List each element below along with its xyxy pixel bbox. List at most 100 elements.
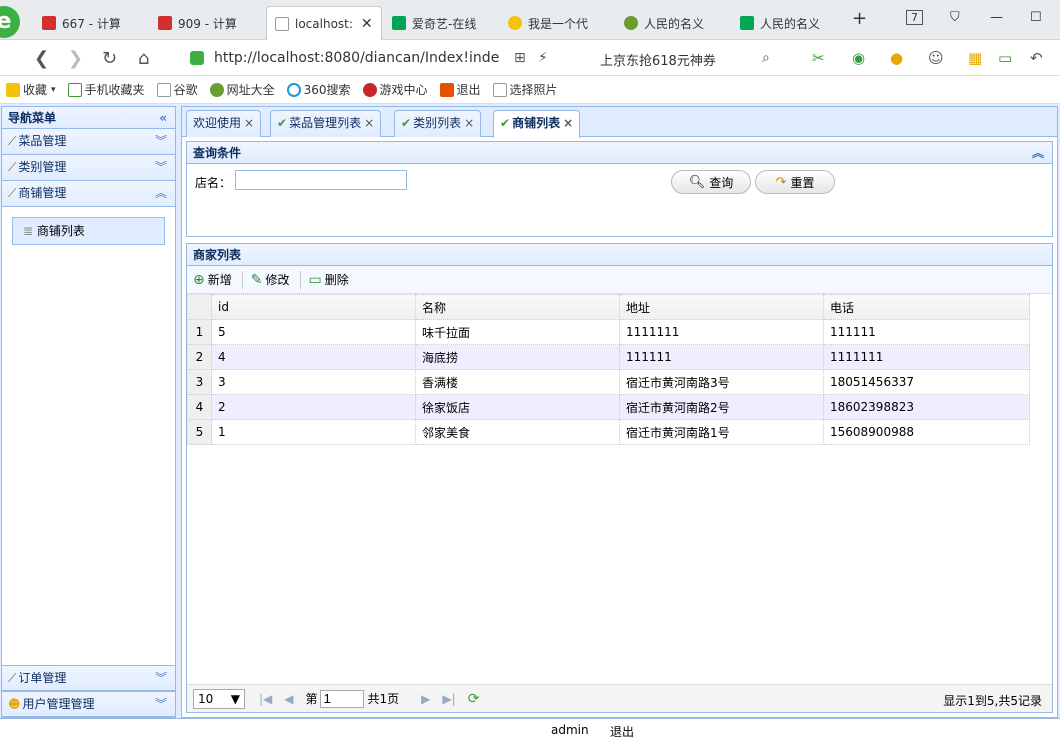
tab-label: 商铺列表 xyxy=(512,116,561,130)
reset-icon: ↷ xyxy=(775,174,787,190)
home-icon[interactable]: ⌂ xyxy=(138,48,149,69)
chevron-double-up-icon[interactable]: ︽ xyxy=(155,181,167,206)
chevron-double-down-icon[interactable]: ︾ xyxy=(155,155,167,180)
add-button[interactable]: ⊕ 新增 xyxy=(193,271,232,288)
maximize-icon[interactable]: ☐ xyxy=(1030,10,1042,25)
last-page-icon[interactable]: ▶| xyxy=(442,692,455,706)
query-panel-title: 查询条件 xyxy=(193,146,242,160)
row-number: 5 xyxy=(187,419,212,445)
bookmark-sites[interactable]: 网址大全 xyxy=(209,81,275,98)
column-header-address[interactable]: 地址 xyxy=(619,294,824,320)
sidebar-item-shops[interactable]: ⟋ 商铺管理 ︽ xyxy=(2,181,175,207)
cell-name: 海底捞 xyxy=(415,344,620,370)
game-icon[interactable]: ☺ xyxy=(928,49,944,67)
bookmark-label: 选择照片 xyxy=(509,83,558,97)
table-row[interactable]: 5 1 邻家美食 宿迁市黄河南路1号 15608900988 xyxy=(187,419,1030,445)
browser-tab-1[interactable]: 667 - 计算 xyxy=(34,6,146,40)
search-icon[interactable]: ⌕ xyxy=(762,50,770,66)
sidebar-item-label: 类别管理 xyxy=(18,160,67,174)
bookmark-mobile[interactable]: 手机收藏夹 xyxy=(67,81,145,98)
grid-icon[interactable]: ⊞ xyxy=(514,50,526,66)
sidebar-header: 导航菜单 « xyxy=(2,107,175,129)
prev-page-icon[interactable]: ◀ xyxy=(284,692,293,706)
tab-dish-list[interactable]: ✔ 菜品管理列表 × xyxy=(270,110,382,137)
page-icon xyxy=(275,16,289,31)
tab-welcome[interactable]: 欢迎使用 × xyxy=(186,110,262,137)
delete-icon: ▭ xyxy=(308,271,322,288)
delete-button[interactable]: ▭ 删除 xyxy=(309,271,349,288)
close-icon[interactable]: × xyxy=(364,116,374,130)
bookmark-label: 退出 xyxy=(456,83,481,97)
new-tab-button[interactable]: + xyxy=(852,8,867,29)
collapse-up-icon[interactable]: ︽ xyxy=(1032,142,1044,164)
undo-icon[interactable]: ↶ xyxy=(1030,49,1043,67)
column-header-phone[interactable]: 电话 xyxy=(823,294,1030,320)
page-number-input[interactable] xyxy=(319,689,364,708)
table-row[interactable]: 4 2 徐家饭店 宿迁市黄河南路2号 18602398823 xyxy=(187,394,1030,420)
coin-icon[interactable]: ● xyxy=(890,49,903,67)
tab-label: 欢迎使用 xyxy=(193,116,242,130)
collapse-left-icon[interactable]: « xyxy=(159,107,167,129)
first-page-icon[interactable]: |◀ xyxy=(259,692,272,706)
tab-shop-list[interactable]: ✔ 商铺列表 × xyxy=(493,110,581,138)
shirt-icon[interactable]: ⛉ xyxy=(950,10,960,25)
add-button-label: 新增 xyxy=(207,273,232,287)
promo-text[interactable]: 上京东抢618元神券 xyxy=(600,50,716,69)
page-size-select[interactable]: 10 ▼ xyxy=(193,688,245,709)
browser-tab-3[interactable]: localhost: ✕ xyxy=(266,6,382,40)
column-header-id[interactable]: id xyxy=(211,294,416,320)
browser-tab-2[interactable]: 909 - 计算 xyxy=(150,6,262,40)
browser-tab-6[interactable]: 人民的名义 xyxy=(616,6,728,40)
sidebar-link-shop-list[interactable]: ≣ 商铺列表 xyxy=(12,217,165,245)
apps-icon[interactable]: ▦ xyxy=(968,49,982,67)
forward-icon[interactable]: ❯ xyxy=(68,48,83,69)
bookmark-logout[interactable]: 退出 xyxy=(439,81,481,98)
sidebar-item-users[interactable]: ☻ 用户管理管理 ︾ xyxy=(2,691,175,717)
close-icon[interactable]: × xyxy=(464,116,474,130)
scissors-icon[interactable]: ✂ xyxy=(812,49,825,67)
table-row[interactable]: 3 3 香满楼 宿迁市黄河南路3号 18051456337 xyxy=(187,369,1030,395)
bookmark-favorites[interactable]: 收藏 ▾ xyxy=(6,81,56,98)
bookmark-games[interactable]: 游戏中心 xyxy=(362,81,428,98)
tab-count-badge[interactable]: 7 xyxy=(906,10,923,25)
refresh-icon[interactable]: ⟳ xyxy=(468,691,480,707)
sidebar-item-orders[interactable]: ⟋ 订单管理 ︾ xyxy=(2,665,175,691)
cell-phone: 111111 xyxy=(823,319,1030,345)
bookmark-google[interactable]: 谷歌 xyxy=(156,81,198,98)
sidebar-item-categories[interactable]: ⟋ 类别管理 ︾ xyxy=(2,155,175,181)
next-page-icon[interactable]: ▶ xyxy=(421,692,430,706)
table-row[interactable]: 2 4 海底捞 111111 1111111 xyxy=(187,344,1030,370)
reload-icon[interactable]: ↻ xyxy=(102,48,117,69)
battery-icon[interactable]: ▭ xyxy=(998,49,1012,67)
cell-phone: 18051456337 xyxy=(823,369,1030,395)
back-icon[interactable]: ❮ xyxy=(34,48,49,69)
close-tab-icon[interactable]: ✕ xyxy=(361,16,373,32)
browser-tab-5[interactable]: 我是一个代 xyxy=(500,6,612,40)
minimize-icon[interactable]: — xyxy=(990,10,1003,25)
close-icon[interactable]: × xyxy=(563,116,573,130)
browser-tab-label: 人民的名义 xyxy=(760,16,821,31)
bookmark-label: 360搜索 xyxy=(303,83,351,97)
table-row[interactable]: 1 5 味千拉面 1111111 111111 xyxy=(187,319,1030,345)
column-header-name[interactable]: 名称 xyxy=(415,294,620,320)
browser-tab-7[interactable]: 人民的名义 xyxy=(732,6,840,40)
cell-address: 1111111 xyxy=(619,319,824,345)
search-button[interactable]: 🔍︎ 查询 xyxy=(671,170,751,194)
logout-link[interactable]: 退出 xyxy=(610,723,634,740)
chevron-double-down-icon[interactable]: ︾ xyxy=(155,692,167,717)
reset-button[interactable]: ↷ 重置 xyxy=(755,170,835,194)
close-icon[interactable]: × xyxy=(244,116,254,130)
shopname-input[interactable] xyxy=(235,170,407,190)
chevron-double-down-icon[interactable]: ︾ xyxy=(155,129,167,154)
lightning-icon[interactable]: ⚡ xyxy=(538,50,548,66)
bookmark-photos[interactable]: 选择照片 xyxy=(492,81,558,98)
sidebar-item-dishes[interactable]: ⟋ 菜品管理 ︾ xyxy=(2,129,175,155)
wand-icon: ⟋ xyxy=(8,186,17,200)
translate-icon[interactable]: ◉ xyxy=(852,49,865,67)
users-icon: ☻ xyxy=(8,697,21,711)
tab-category-list[interactable]: ✔ 类别列表 × xyxy=(394,110,482,137)
bookmark-360[interactable]: 360搜索 xyxy=(286,81,351,98)
chevron-double-down-icon[interactable]: ︾ xyxy=(155,666,167,691)
edit-button[interactable]: ✎ 修改 xyxy=(251,271,290,288)
browser-tab-4[interactable]: 爱奇艺-在线 xyxy=(384,6,496,40)
